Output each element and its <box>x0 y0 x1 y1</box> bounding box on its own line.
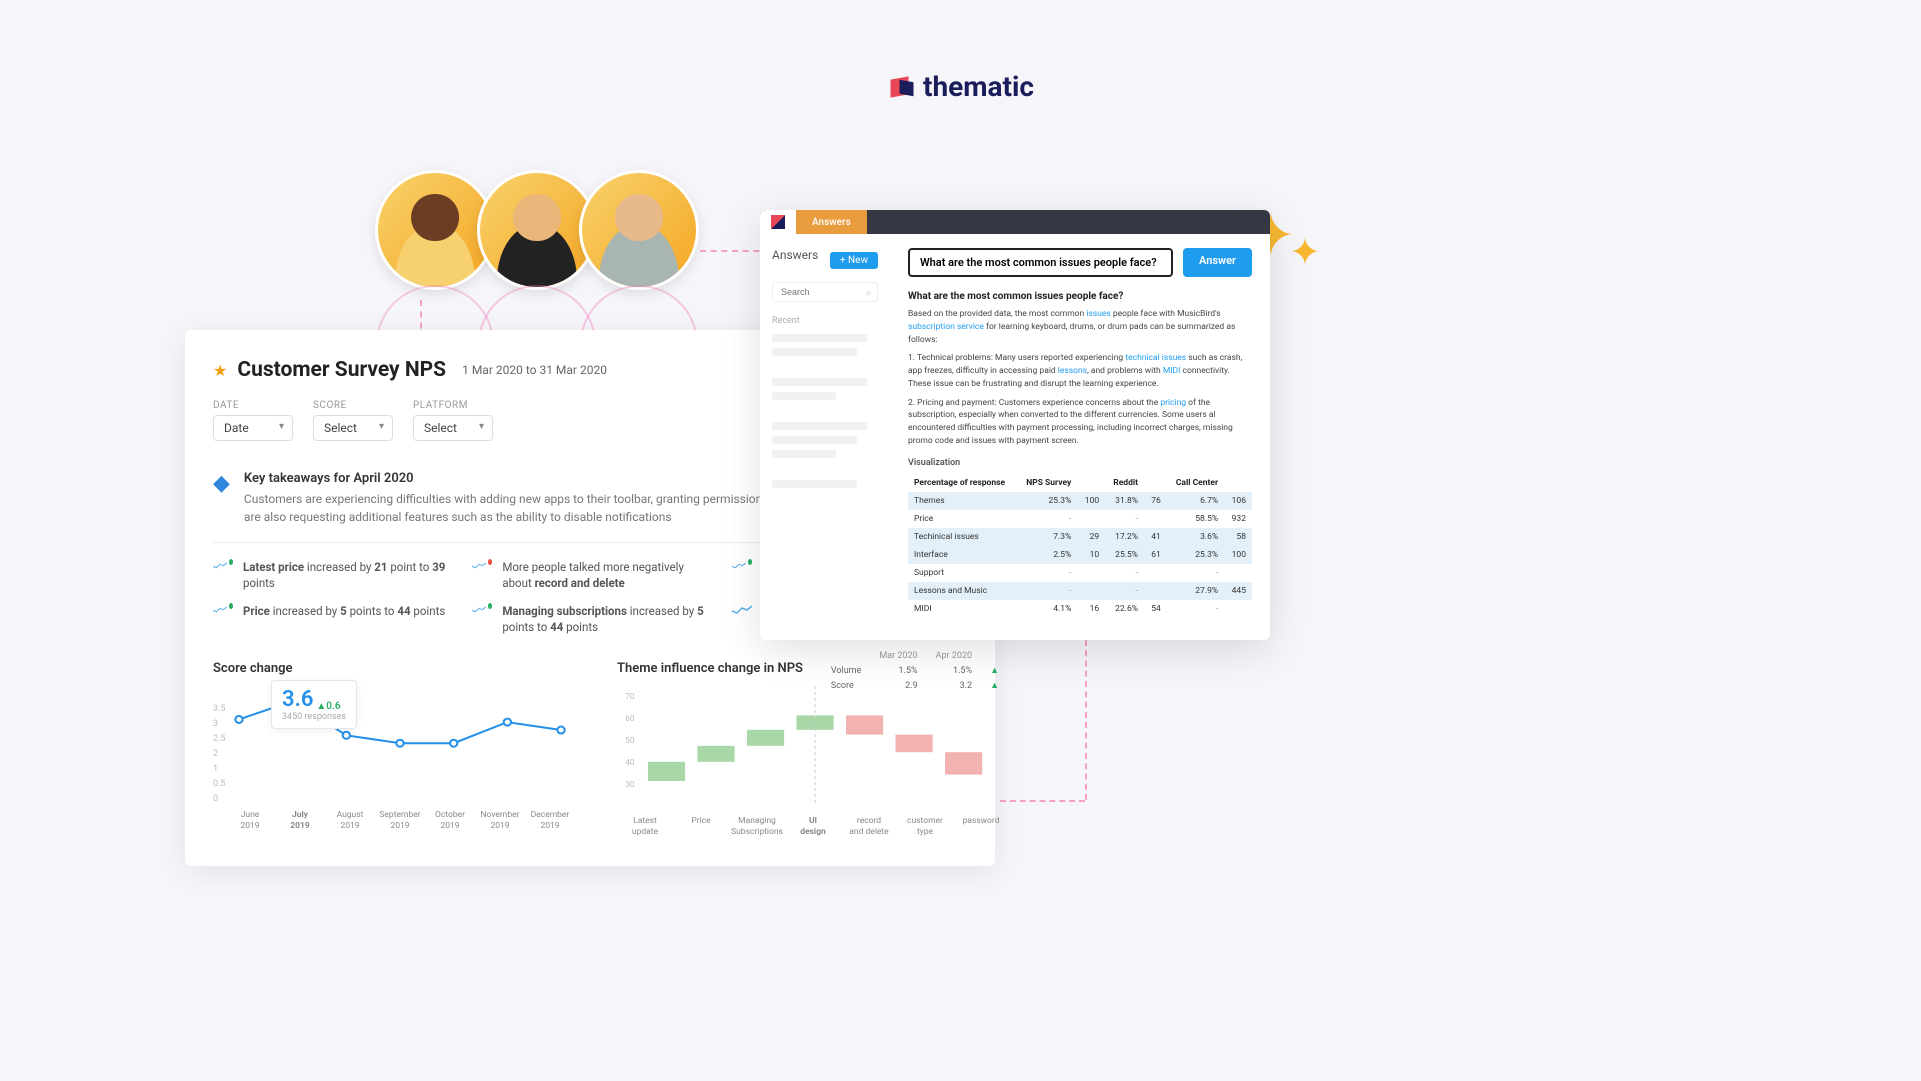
line-chart-svg <box>213 686 587 806</box>
filter-select-platform[interactable]: Select <box>413 415 493 441</box>
question-input[interactable]: What are the most common issues people f… <box>908 248 1173 277</box>
waterfall-svg: 70 60 50 40 30 <box>617 686 1009 806</box>
svg-text:40: 40 <box>625 758 635 768</box>
response-intro: Based on the provided data, the most com… <box>908 308 1252 346</box>
diamond-icon: ◆ <box>213 471 230 526</box>
answers-sidebar: Answers + New ⌕ Recent <box>760 234 890 640</box>
skeleton <box>772 378 867 386</box>
chart-title: Score change <box>213 661 587 676</box>
svg-text:60: 60 <box>625 714 635 724</box>
response-point-1: 1. Technical problems: Many users report… <box>908 352 1252 390</box>
skeleton <box>772 334 867 342</box>
new-button[interactable]: + New <box>830 252 878 269</box>
metric-item: More people talked more negatively about… <box>472 559 707 591</box>
chart-tooltip: 3.6▲0.6 3450 responses <box>271 680 357 729</box>
search-input[interactable] <box>772 282 878 302</box>
visualization-label: Visualization <box>908 458 1252 468</box>
sidebar-title: Answers <box>772 248 818 262</box>
skeleton <box>772 392 836 400</box>
filter-select-date[interactable]: Date <box>213 415 293 441</box>
skeleton <box>772 422 867 430</box>
answers-panel: Answers Answers + New ⌕ Recent <box>760 210 1270 640</box>
answers-tab[interactable]: Answers <box>796 210 867 234</box>
star-icon: ★ <box>213 361 227 380</box>
sparkle-icon: ✦ <box>1289 230 1321 275</box>
filter-label-score: SCORE <box>313 400 393 411</box>
visualization-table: Percentage of responseNPS SurveyRedditCa… <box>908 474 1252 618</box>
brand-logo: thematic <box>887 70 1034 103</box>
skeleton <box>772 436 857 444</box>
brand-name: thematic <box>923 70 1034 103</box>
search-icon: ⌕ <box>866 286 872 300</box>
connector <box>1085 640 1087 800</box>
answers-topbar: Answers <box>760 210 1270 234</box>
svg-text:30: 30 <box>625 780 635 790</box>
svg-text:50: 50 <box>625 736 635 746</box>
waterfall-legend: Mar 2020Apr 2020Volume1.5%1.5%▲Score2.93… <box>821 648 1009 694</box>
skeleton <box>772 450 836 458</box>
avatar <box>579 170 699 290</box>
filter-label-platform: PLATFORM <box>413 400 493 411</box>
response-point-2: 2. Pricing and payment: Customers experi… <box>908 397 1252 448</box>
metric-item: Price increased by 5 points to 44 points <box>213 603 448 635</box>
metric-item: Latest price increased by 21 point to 39… <box>213 559 448 591</box>
connector <box>1000 800 1085 802</box>
answer-button[interactable]: Answer <box>1183 248 1252 277</box>
filter-select-score[interactable]: Select <box>313 415 393 441</box>
skeleton <box>772 348 857 356</box>
logo-icon <box>887 73 915 101</box>
score-chart: Score change 3.6▲0.6 3450 responses 3.53… <box>213 661 587 846</box>
filter-label-date: DATE <box>213 400 293 411</box>
theme-chart: Theme influence change in NPS Mar 2020Ap… <box>617 661 1009 846</box>
svg-text:70: 70 <box>625 692 635 702</box>
avatar-row <box>375 170 699 290</box>
skeleton <box>772 480 857 488</box>
logo-icon <box>771 215 785 229</box>
response-question: What are the most common issues people f… <box>908 291 1252 302</box>
dashboard-title: Customer Survey NPS <box>237 358 446 382</box>
dashboard-date-range: 1 Mar 2020 to 31 Mar 2020 <box>462 363 607 377</box>
answers-main: What are the most common issues people f… <box>890 234 1270 640</box>
answers-logo <box>760 210 796 234</box>
metric-item: Managing subscriptions increased by 5 po… <box>472 603 707 635</box>
recent-label: Recent <box>772 316 878 326</box>
